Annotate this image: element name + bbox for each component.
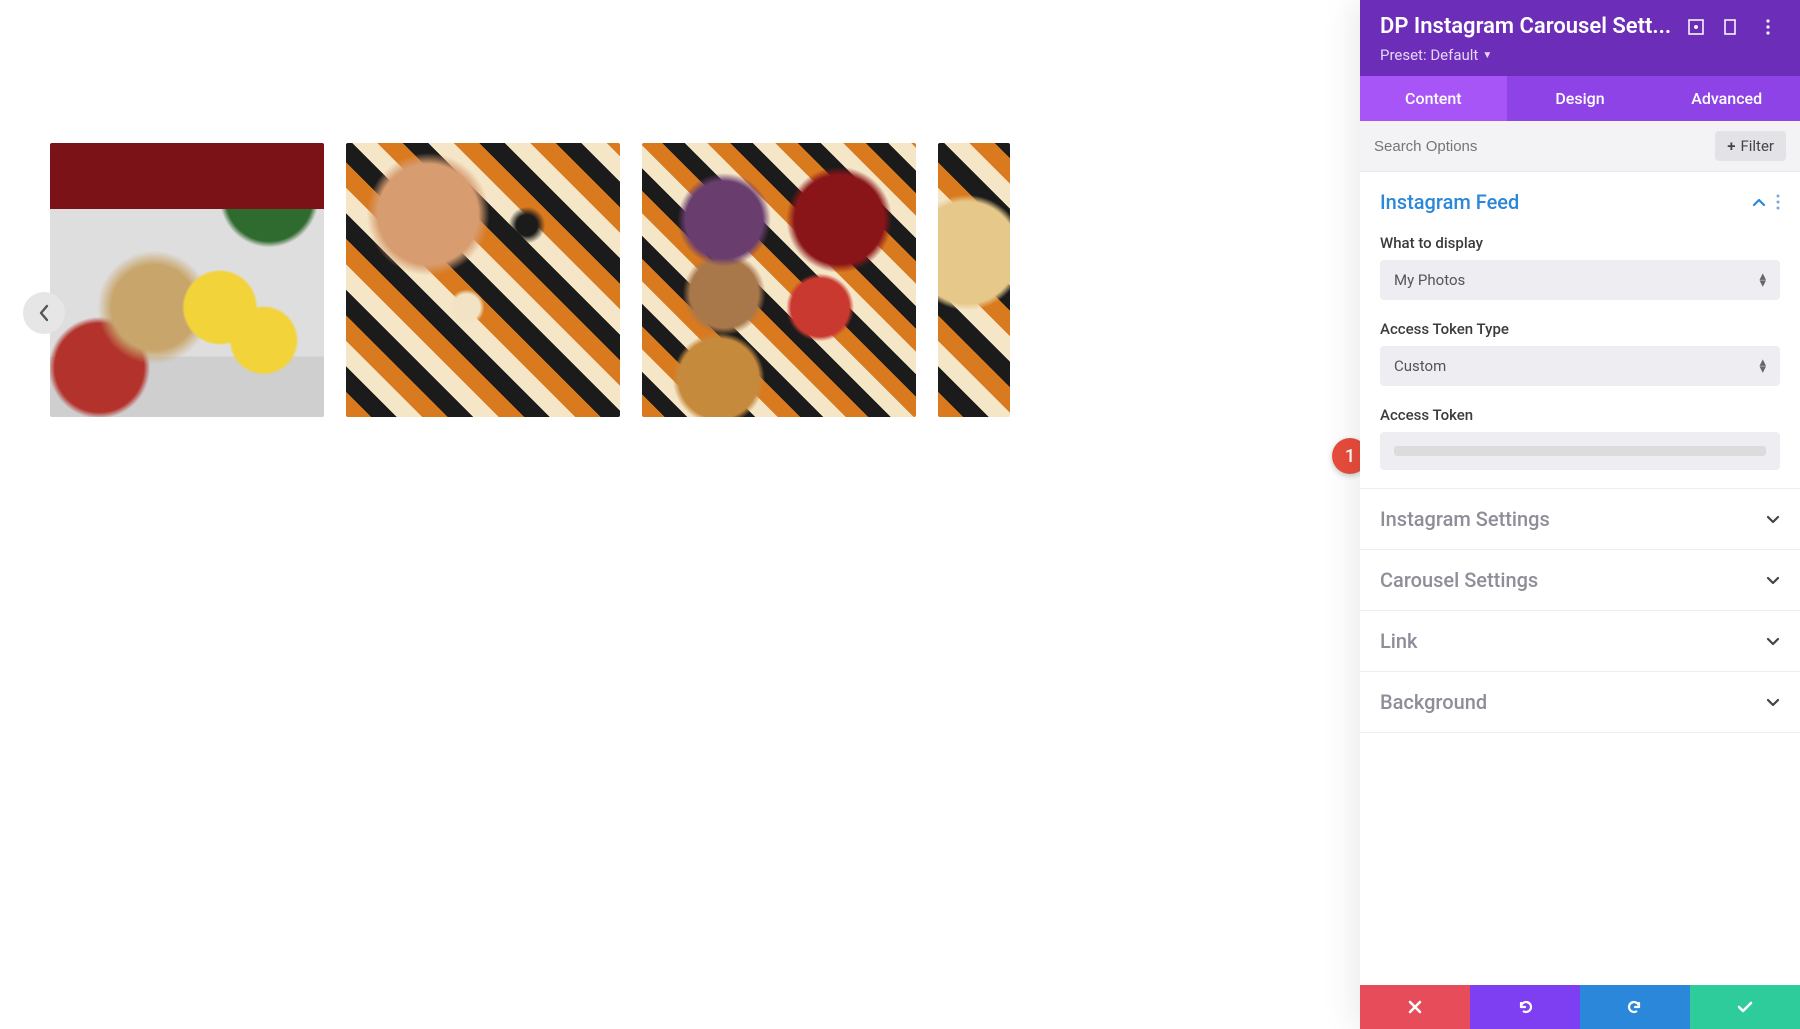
carousel-prev-button[interactable] [23, 292, 65, 334]
chevron-down-icon[interactable] [1766, 515, 1780, 524]
section-background: Background [1360, 672, 1800, 733]
section-carousel-settings: Carousel Settings [1360, 550, 1800, 611]
select-arrows-icon: ▴▾ [1759, 273, 1766, 287]
section-header[interactable]: Link [1380, 629, 1780, 653]
field-label: Access Token [1380, 406, 1780, 424]
section-title: Instagram Feed [1380, 190, 1519, 214]
section-title: Carousel Settings [1380, 568, 1538, 592]
field-label: What to display [1380, 234, 1780, 252]
carousel-image[interactable] [50, 143, 324, 417]
editor-canvas [0, 0, 1008, 1029]
section-instagram-feed: Instagram Feed What to display My Photos… [1360, 172, 1800, 489]
field-what-to-display: What to display My Photos ▴▾ [1380, 234, 1780, 300]
search-options-row: + Filter [1360, 121, 1800, 172]
tab-design[interactable]: Design [1507, 76, 1654, 121]
section-header[interactable]: Instagram Settings [1380, 507, 1780, 531]
section-instagram-settings: Instagram Settings [1360, 489, 1800, 550]
instagram-carousel [50, 143, 1008, 417]
plus-icon: + [1727, 137, 1735, 155]
tab-advanced[interactable]: Advanced [1653, 76, 1800, 121]
cancel-button[interactable] [1360, 985, 1470, 1029]
section-title: Instagram Settings [1380, 507, 1550, 531]
expand-icon[interactable] [1684, 15, 1708, 39]
undo-button[interactable] [1470, 985, 1580, 1029]
filter-button[interactable]: + Filter [1715, 131, 1786, 161]
select-value: Custom [1394, 357, 1446, 375]
section-link: Link [1360, 611, 1800, 672]
section-header[interactable]: Instagram Feed [1380, 190, 1780, 214]
chevron-down-icon[interactable] [1766, 637, 1780, 646]
filter-label: Filter [1740, 137, 1774, 155]
select-value: My Photos [1394, 271, 1465, 289]
settings-panel-body[interactable]: Instagram Feed What to display My Photos… [1360, 172, 1800, 985]
field-label: Access Token Type [1380, 320, 1780, 338]
chevron-down-icon[interactable] [1766, 576, 1780, 585]
save-button[interactable] [1690, 985, 1800, 1029]
responsive-icon[interactable] [1720, 15, 1744, 39]
carousel-image[interactable] [642, 143, 916, 417]
section-title: Link [1380, 629, 1417, 653]
module-title: DP Instagram Carousel Sett... [1380, 14, 1672, 39]
field-access-token-type: Access Token Type Custom ▴▾ [1380, 320, 1780, 386]
chevron-up-icon[interactable] [1752, 198, 1766, 207]
settings-tabs: Content Design Advanced [1360, 76, 1800, 121]
access-token-input[interactable] [1380, 432, 1780, 470]
carousel-image[interactable] [346, 143, 620, 417]
select-arrows-icon: ▴▾ [1759, 359, 1766, 373]
preset-label: Preset: Default [1380, 46, 1478, 64]
kebab-icon[interactable] [1776, 194, 1780, 210]
chevron-down-icon[interactable] [1766, 698, 1780, 707]
field-access-token: Access Token [1380, 406, 1780, 470]
caret-down-icon: ▼ [1482, 50, 1492, 61]
what-to-display-select[interactable]: My Photos ▴▾ [1380, 260, 1780, 300]
section-header[interactable]: Carousel Settings [1380, 568, 1780, 592]
sidebar-header: DP Instagram Carousel Sett... Preset: De… [1360, 0, 1800, 76]
section-title: Background [1380, 690, 1487, 714]
settings-sidebar: DP Instagram Carousel Sett... Preset: De… [1360, 0, 1800, 1029]
sidebar-footer [1360, 985, 1800, 1029]
access-token-type-select[interactable]: Custom ▴▾ [1380, 346, 1780, 386]
redo-button[interactable] [1580, 985, 1690, 1029]
tab-content[interactable]: Content [1360, 76, 1507, 121]
kebab-icon[interactable] [1756, 15, 1780, 39]
preset-selector[interactable]: Preset: Default ▼ [1380, 46, 1492, 64]
carousel-image[interactable] [938, 143, 1010, 417]
section-header[interactable]: Background [1380, 690, 1780, 714]
search-input[interactable] [1374, 138, 1715, 155]
